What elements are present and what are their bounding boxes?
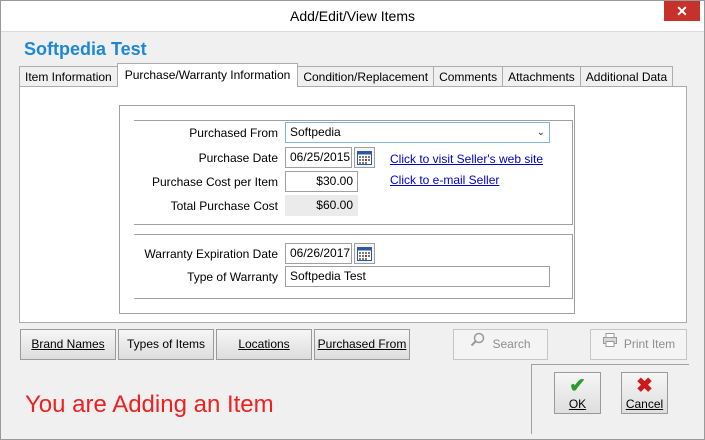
cancel-label: Cancel bbox=[625, 397, 664, 411]
status-message: You are Adding an Item bbox=[25, 391, 274, 418]
calendar-icon[interactable] bbox=[354, 147, 375, 168]
locations-button[interactable]: Locations bbox=[216, 329, 312, 360]
warranty-expiration-field[interactable]: 06/26/2017 bbox=[285, 243, 352, 264]
x-mark-icon: ✖ bbox=[636, 375, 653, 397]
ok-label: OK bbox=[568, 397, 587, 411]
tab-strip: Item Information Purchase/Warranty Infor… bbox=[19, 63, 674, 87]
tab-item-information[interactable]: Item Information bbox=[19, 66, 118, 87]
tab-additional-data[interactable]: Additional Data bbox=[579, 66, 674, 87]
calendar-icon[interactable] bbox=[354, 243, 375, 264]
tab-comments[interactable]: Comments bbox=[433, 66, 504, 87]
warranty-type-field[interactable]: Softpedia Test bbox=[285, 266, 550, 287]
types-of-items-button[interactable]: Types of Items bbox=[118, 329, 214, 360]
search-button[interactable]: Search bbox=[453, 329, 548, 360]
print-item-label: Print Item bbox=[623, 337, 676, 351]
tab-condition-replacement[interactable]: Condition/Replacement bbox=[297, 66, 435, 87]
visit-seller-website-link[interactable]: Click to visit Seller's web site bbox=[390, 152, 543, 166]
ok-button[interactable]: ✔ OK bbox=[554, 372, 601, 414]
purchased-from-select[interactable]: Softpedia ⌄ bbox=[285, 122, 550, 143]
purchased-from-label: Purchased From bbox=[189, 126, 278, 140]
brand-names-label: Brand Names bbox=[31, 337, 105, 351]
search-label: Search bbox=[492, 337, 531, 351]
warranty-expiration-label: Warranty Expiration Date bbox=[144, 247, 278, 261]
total-cost-label: Total Purchase Cost bbox=[170, 199, 278, 213]
cancel-button[interactable]: ✖ Cancel bbox=[621, 372, 668, 414]
purchase-date-field[interactable]: 06/25/2015 bbox=[285, 147, 352, 168]
add-edit-view-items-window: Add/Edit/View Items ✕ Softpedia Test SOF… bbox=[0, 0, 705, 440]
tab-attachments[interactable]: Attachments bbox=[502, 66, 581, 87]
purchased-from-button[interactable]: Purchased From bbox=[314, 329, 410, 360]
group-divider bbox=[134, 298, 573, 299]
item-name-heading: Softpedia Test bbox=[24, 39, 147, 59]
group-divider bbox=[134, 224, 573, 225]
purchased-from-button-label: Purchased From bbox=[317, 337, 407, 351]
tab-purchase-warranty-information[interactable]: Purchase/Warranty Information bbox=[116, 63, 299, 87]
printer-icon bbox=[602, 330, 618, 359]
brand-names-button[interactable]: Brand Names bbox=[20, 329, 116, 360]
group-divider bbox=[572, 120, 573, 224]
checkmark-icon: ✔ bbox=[569, 375, 586, 397]
group-divider bbox=[572, 234, 573, 298]
warranty-type-label: Type of Warranty bbox=[187, 270, 278, 284]
chevron-down-icon: ⌄ bbox=[536, 127, 545, 138]
locations-label: Locations bbox=[238, 337, 290, 351]
cost-per-item-label: Purchase Cost per Item bbox=[151, 175, 278, 189]
window-title: Add/Edit/View Items bbox=[289, 8, 416, 24]
cost-per-item-field[interactable]: $30.00 bbox=[285, 171, 358, 192]
close-window-button[interactable]: ✕ bbox=[664, 1, 700, 21]
print-item-button[interactable]: Print Item bbox=[590, 329, 687, 360]
purchased-from-value: Softpedia bbox=[290, 125, 341, 139]
magnifier-icon bbox=[470, 330, 486, 359]
title-bar: Add/Edit/View Items ✕ bbox=[1, 1, 704, 32]
total-cost-value: $60.00 bbox=[285, 195, 358, 216]
group-divider bbox=[134, 120, 573, 121]
purchase-date-label: Purchase Date bbox=[198, 151, 278, 165]
group-divider bbox=[134, 234, 573, 235]
email-seller-link[interactable]: Click to e-mail Seller bbox=[390, 173, 499, 187]
types-of-items-label: Types of Items bbox=[126, 337, 206, 351]
